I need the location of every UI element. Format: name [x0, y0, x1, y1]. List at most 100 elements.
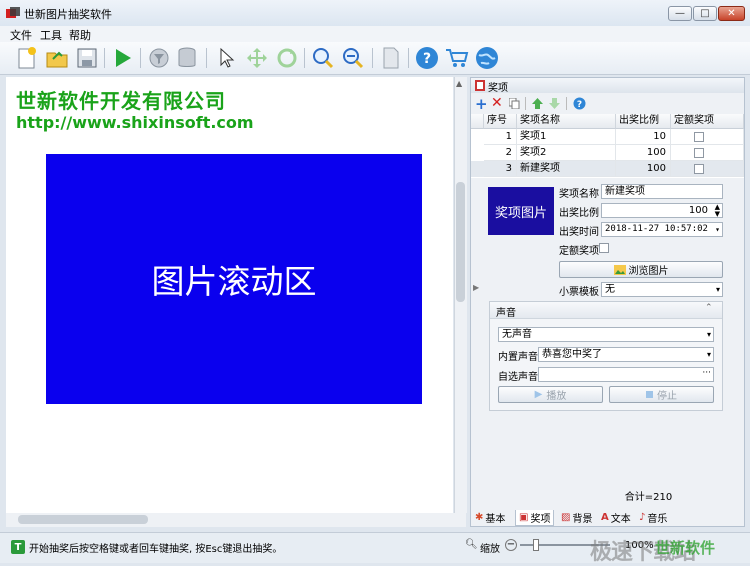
menu-file[interactable]: 文件: [10, 27, 32, 43]
scroll-area-label: 图片滚动区: [151, 262, 317, 301]
zoom-out-button[interactable]: −: [505, 539, 517, 551]
database-icon[interactable]: [174, 45, 200, 71]
cell-no: 3: [484, 161, 517, 177]
table-row-selected[interactable]: 3 新建奖项 100: [471, 161, 744, 177]
collapse-arrow-icon[interactable]: ▶: [473, 283, 479, 292]
sound-mode-select[interactable]: 无声音 ▾: [498, 327, 714, 342]
delete-icon[interactable]: ✕: [491, 95, 503, 111]
cell-name: 新建奖项: [517, 161, 616, 177]
dropdown-arrow-icon[interactable]: ▾: [715, 223, 720, 236]
close-button[interactable]: ✕: [718, 6, 745, 21]
scroll-up-arrow[interactable]: ▲: [456, 79, 465, 88]
document-icon[interactable]: [378, 45, 404, 71]
prize-time-label: 出奖时间: [559, 227, 599, 238]
text-tab-icon: A: [601, 512, 609, 523]
move-down-icon[interactable]: [549, 98, 560, 109]
cart-icon[interactable]: [444, 45, 470, 71]
filter-icon[interactable]: [146, 45, 172, 71]
table-row[interactable]: 1 奖项1 10: [471, 129, 744, 145]
tab-basic-label: 基本: [485, 514, 506, 525]
tab-basic[interactable]: ✱ 基本: [475, 510, 505, 525]
tab-music[interactable]: ♪ 音乐: [639, 510, 667, 525]
toolbar-separator: [525, 97, 526, 110]
cell-name: 奖项2: [517, 145, 616, 161]
svg-text:?: ?: [423, 51, 431, 67]
open-folder-icon[interactable]: [44, 45, 70, 71]
zoom-out-icon[interactable]: [340, 45, 366, 71]
sound-group-title: 声音: [496, 308, 516, 319]
tab-background-label: 背景: [572, 514, 593, 525]
copy-icon[interactable]: [509, 98, 520, 109]
prize-panel-icon: [475, 80, 485, 91]
maximize-button[interactable]: □: [693, 6, 717, 21]
cell-fixed: [671, 161, 744, 177]
fixed-checkbox[interactable]: [694, 148, 704, 158]
panel-toolbar: + ✕ ?: [471, 94, 744, 114]
globe-icon[interactable]: [474, 45, 500, 71]
design-canvas[interactable]: 世新软件开发有限公司 http://www.shixinsoft.com 图片滚…: [6, 77, 453, 513]
play-button[interactable]: ▶ 播放: [498, 386, 603, 403]
toolbar-separator: [408, 48, 409, 68]
vertical-scrollbar[interactable]: ▲: [454, 77, 467, 513]
menu-bar: 文件 工具 帮助: [0, 26, 750, 42]
music-icon: ♪: [639, 512, 646, 523]
company-url-text[interactable]: http://www.shixinsoft.com: [16, 113, 254, 132]
horizontal-scroll-thumb[interactable]: [18, 515, 148, 524]
start-draw-icon[interactable]: [110, 45, 136, 71]
collapse-up-icon[interactable]: ⌃: [705, 303, 713, 313]
image-scroll-area[interactable]: 图片滚动区: [46, 154, 422, 404]
toolbar-separator: [206, 48, 207, 68]
dropdown-arrow-icon[interactable]: ▾: [716, 283, 720, 296]
tab-prizes-label: 奖项: [530, 514, 551, 525]
column-header-name[interactable]: 奖项名称: [517, 114, 616, 129]
pointer-icon[interactable]: [214, 45, 240, 71]
builtin-sound-select[interactable]: 恭喜您中奖了 ▾: [538, 347, 714, 362]
prize-ratio-label: 出奖比例: [559, 208, 599, 219]
move-icon[interactable]: [244, 45, 270, 71]
horizontal-scrollbar[interactable]: [6, 513, 466, 527]
move-up-icon[interactable]: [532, 98, 543, 109]
rotate-icon[interactable]: [274, 45, 300, 71]
company-name-text[interactable]: 世新软件开发有限公司: [16, 85, 226, 114]
dropdown-arrow-icon[interactable]: ▾: [707, 328, 711, 341]
help-icon[interactable]: ?: [573, 97, 586, 110]
ticket-template-select[interactable]: 无 ▾: [601, 282, 723, 297]
tab-background[interactable]: ▨ 背景: [561, 510, 592, 525]
window-title: 世新图片抽奖软件: [24, 8, 112, 21]
column-header-fixed[interactable]: 定额奖项: [671, 114, 744, 129]
column-header-ratio[interactable]: 出奖比例: [616, 114, 671, 129]
stop-button[interactable]: 停止: [609, 386, 714, 403]
add-icon[interactable]: +: [475, 95, 488, 113]
table-row[interactable]: 2 奖项2 100: [471, 145, 744, 161]
tab-prizes[interactable]: ▣ 奖项: [515, 510, 555, 526]
column-header-no[interactable]: 序号: [484, 114, 517, 129]
new-file-icon[interactable]: [14, 45, 40, 71]
vertical-scroll-thumb[interactable]: [456, 182, 465, 302]
cell-no: 1: [484, 129, 517, 145]
zoom-slider-thumb[interactable]: [533, 539, 539, 551]
sound-group-header[interactable]: 声音 ⌃: [490, 302, 722, 319]
save-icon[interactable]: [74, 45, 100, 71]
fixed-prize-checkbox[interactable]: [599, 243, 609, 253]
prize-time-picker[interactable]: 2018-11-27 10:57:02 ▾: [601, 222, 723, 237]
stepper-arrows-icon[interactable]: ▲ ▼: [715, 204, 720, 218]
dropdown-arrow-icon[interactable]: ▾: [707, 348, 711, 361]
menu-help[interactable]: 帮助: [69, 27, 91, 43]
fixed-checkbox[interactable]: [694, 132, 704, 142]
custom-sound-label: 自选声音: [498, 372, 538, 383]
tab-text[interactable]: A 文本: [601, 510, 631, 525]
zoom-in-icon[interactable]: [310, 45, 336, 71]
more-button[interactable]: ···: [702, 367, 711, 380]
help-icon[interactable]: ?: [414, 45, 440, 71]
prize-ratio-stepper[interactable]: 100 ▲ ▼: [601, 203, 723, 218]
toolbar-separator: [566, 97, 567, 110]
prize-image[interactable]: 奖项图片: [488, 187, 554, 235]
prize-name-input[interactable]: 新建奖项: [601, 184, 723, 199]
fixed-checkbox[interactable]: [694, 164, 704, 174]
browse-image-button[interactable]: 浏览图片: [559, 261, 723, 278]
custom-sound-input[interactable]: ···: [538, 367, 714, 382]
minimize-button[interactable]: —: [668, 6, 692, 21]
menu-tools[interactable]: 工具: [40, 27, 62, 43]
toolbar: ?: [0, 42, 750, 75]
builtin-sound-value: 恭喜您中奖了: [542, 349, 602, 360]
